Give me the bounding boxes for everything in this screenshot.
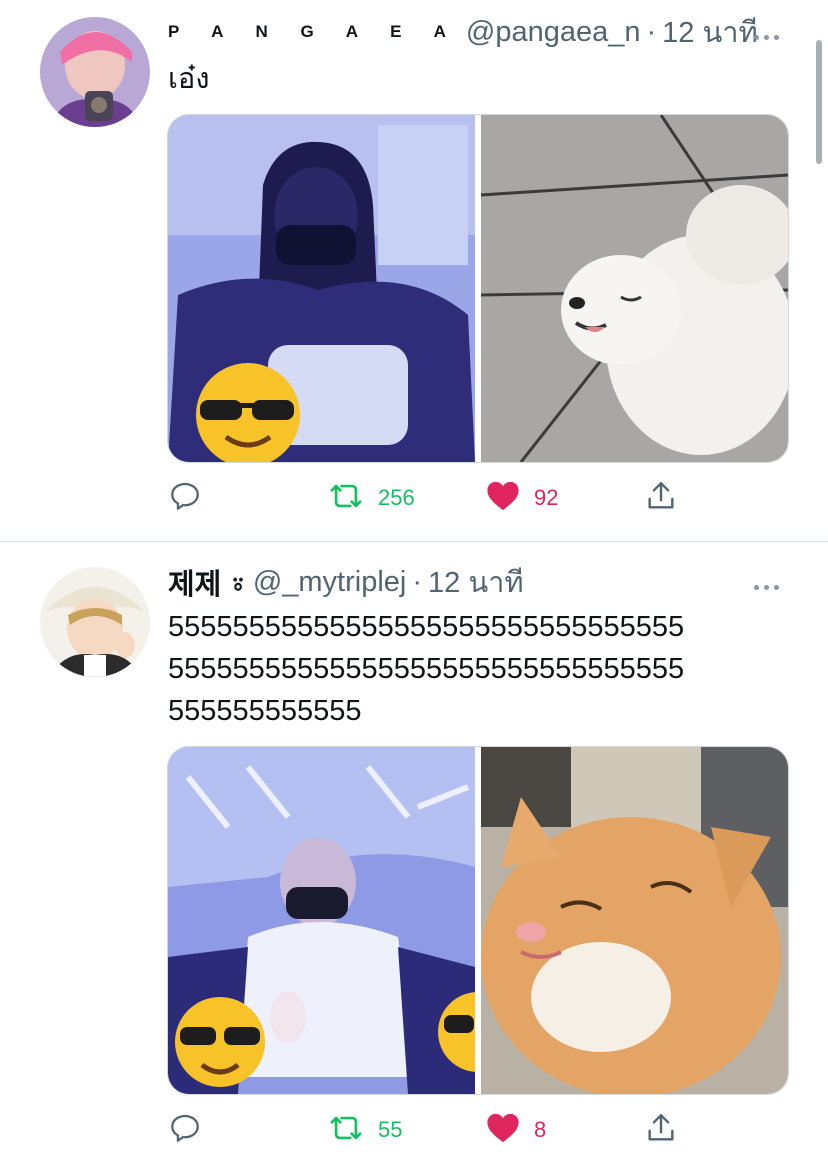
like-button[interactable]: 92 (486, 478, 558, 518)
more-icon[interactable] (754, 27, 784, 40)
tweet[interactable]: P A N G A E A @pangaea_n · 12 นาที เอ๋ง (0, 0, 828, 540)
display-name[interactable]: P A N G A E A (168, 22, 460, 42)
retweet-button[interactable]: 55 (328, 1110, 402, 1150)
tweet-text-line: 55555555555555555555555555555555 (168, 611, 685, 643)
share-icon (644, 479, 678, 518)
like-button[interactable]: 8 (486, 1110, 546, 1150)
media-grid[interactable] (167, 746, 789, 1095)
timestamp[interactable]: 12 นาที (428, 559, 524, 605)
tweet-actions: 256 92 (168, 478, 688, 518)
more-icon[interactable] (754, 577, 784, 590)
media-grid[interactable] (167, 114, 789, 463)
media-image[interactable] (168, 747, 475, 1094)
tweet-text: เอ๋ง (168, 63, 210, 95)
tweet-text-line: 555555555555 (168, 695, 362, 727)
reply-button[interactable] (168, 1110, 202, 1150)
avatar[interactable] (40, 567, 150, 677)
timestamp[interactable]: 12 นาที (662, 9, 758, 55)
user-handle[interactable]: @_mytriplej (253, 566, 407, 599)
reply-icon (168, 479, 202, 518)
display-name[interactable]: 제제 ⍤ (168, 561, 247, 603)
tweet-text-line: 55555555555555555555555555555555 (168, 653, 685, 685)
media-image[interactable] (481, 115, 788, 462)
retweet-icon (328, 479, 364, 518)
avatar[interactable] (40, 17, 150, 127)
tweet-actions: 55 8 (168, 1110, 688, 1150)
share-icon (644, 1111, 678, 1150)
retweet-button[interactable]: 256 (328, 478, 415, 518)
separator-dot: · (646, 15, 657, 48)
retweet-count: 256 (378, 485, 415, 510)
media-image[interactable] (168, 115, 475, 462)
retweet-count: 55 (378, 1117, 403, 1142)
retweet-icon (328, 1111, 364, 1150)
like-count: 8 (534, 1117, 547, 1142)
heart-icon (486, 1112, 520, 1149)
tweet[interactable]: 제제 ⍤ @_mytriplej · 12 นาที 5555555555555… (0, 542, 828, 1165)
like-count: 92 (534, 485, 559, 510)
separator-dot: · (412, 565, 423, 598)
reply-button[interactable] (168, 478, 202, 518)
media-image[interactable] (481, 747, 788, 1094)
tweet-text: 55555555555555555555555555555555 5555555… (168, 606, 684, 732)
share-button[interactable] (644, 478, 678, 518)
reply-icon (168, 1111, 202, 1150)
heart-icon (486, 480, 520, 517)
user-handle[interactable]: @pangaea_n (466, 16, 641, 49)
share-button[interactable] (644, 1110, 678, 1150)
